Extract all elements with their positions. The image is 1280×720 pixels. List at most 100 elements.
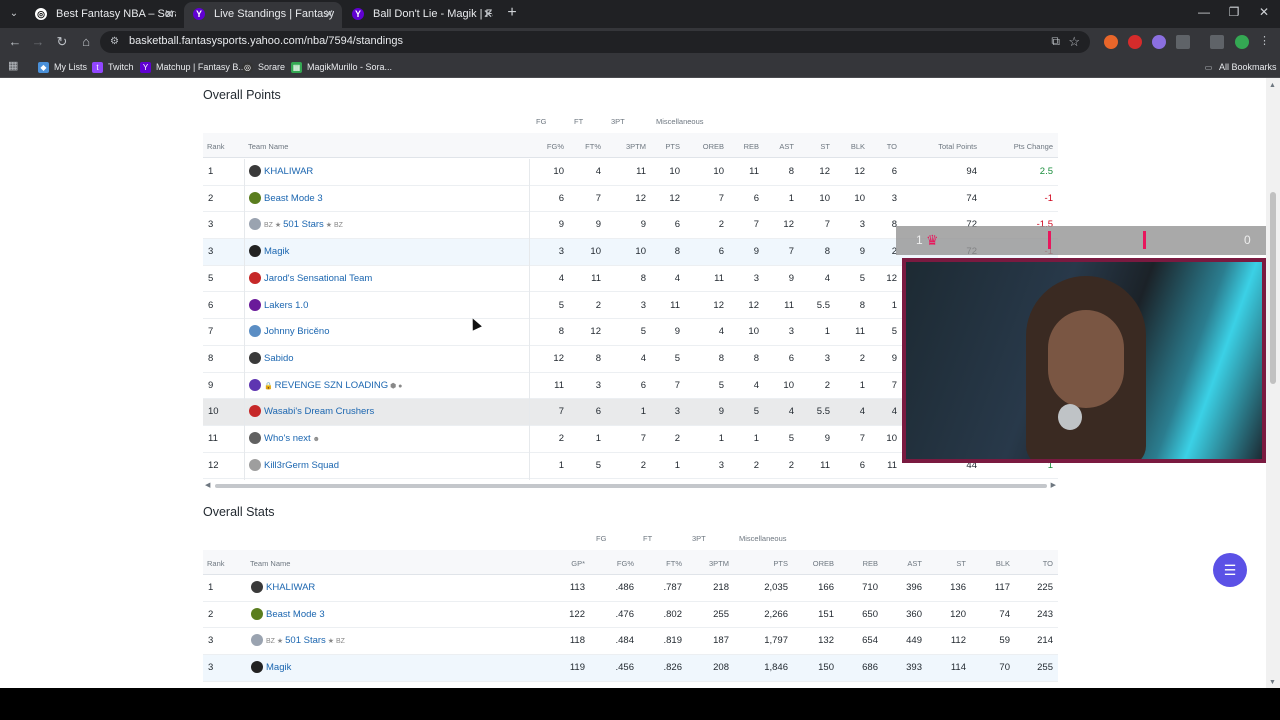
stat-cell: 2,266 bbox=[764, 608, 788, 620]
extension-icon[interactable] bbox=[1104, 35, 1118, 49]
back-icon[interactable]: ← bbox=[6, 33, 24, 51]
bookmarks-bar: ◆ My Lists t Twitch Y Matchup | Fantasy … bbox=[0, 56, 1280, 78]
tab-live-standings[interactable]: Y Live Standings | Fantasy Basketb ✕ bbox=[184, 2, 342, 28]
stat-cell: 6 bbox=[891, 166, 897, 177]
scroll-left-icon[interactable]: ◀ bbox=[205, 481, 210, 489]
bookmark-magikmurillo[interactable]: ▦ MagikMurillo - Sora... bbox=[291, 60, 392, 74]
tab-sorare[interactable]: ◎ Best Fantasy NBA – Sorare NBA ✕ bbox=[26, 2, 182, 28]
stat-cell: 118 bbox=[569, 635, 585, 647]
column-header[interactable]: Pts Change bbox=[993, 142, 1053, 151]
reload-icon[interactable]: ↻ bbox=[53, 33, 71, 51]
team-name-link[interactable]: Kill3rGerm Squad bbox=[264, 453, 484, 479]
stat-cell: 7 bbox=[595, 192, 601, 204]
stat-cell: 6 bbox=[788, 352, 794, 364]
team-name-link[interactable]: KHALIWAR bbox=[264, 159, 484, 185]
chat-help-button[interactable]: ☰ bbox=[1213, 553, 1247, 587]
home-icon[interactable]: ⌂ bbox=[77, 33, 95, 51]
stat-cell: 4 bbox=[595, 166, 601, 177]
column-header[interactable]: Rank bbox=[207, 142, 225, 151]
extensions-puzzle-icon[interactable] bbox=[1176, 35, 1190, 49]
stat-cell: 3 bbox=[558, 246, 564, 258]
stat-cell: 5 bbox=[674, 352, 680, 364]
team-name-link[interactable]: Magik bbox=[264, 239, 484, 265]
vertical-scrollbar-thumb[interactable] bbox=[1270, 192, 1276, 384]
bookmark-star-icon[interactable]: ☆ bbox=[1068, 34, 1080, 50]
minimize-icon[interactable]: — bbox=[1194, 5, 1214, 19]
column-divider bbox=[244, 159, 245, 480]
team-name-link[interactable]: Lakers 1.0 bbox=[264, 293, 484, 319]
bookmark-matchup[interactable]: Y Matchup | Fantasy B... bbox=[140, 60, 246, 74]
stat-cell: 4 bbox=[718, 326, 724, 338]
horizontal-scrollbar[interactable]: ◀ ▶ bbox=[203, 481, 1058, 489]
team-name: Sabido bbox=[264, 352, 294, 364]
column-header[interactable]: Total Points bbox=[917, 142, 977, 151]
close-tab-icon[interactable]: ✕ bbox=[324, 2, 334, 26]
stat-cell: 7 bbox=[753, 219, 759, 231]
close-tab-icon[interactable]: ✕ bbox=[483, 2, 493, 26]
stat-cell: 686 bbox=[862, 662, 878, 674]
column-header[interactable]: TO bbox=[993, 559, 1053, 568]
column-header[interactable]: TO bbox=[837, 142, 897, 151]
team-name-link[interactable]: Beast Mode 3 bbox=[266, 602, 486, 628]
stat-cell: 6 bbox=[674, 219, 680, 231]
install-icon[interactable]: ⧉ bbox=[1051, 34, 1060, 49]
sorare-icon: ◎ bbox=[242, 62, 253, 73]
team-name-link[interactable]: Jarod's Sensational Team bbox=[264, 266, 484, 292]
menu-kebab-icon[interactable]: ⋮ bbox=[1259, 34, 1273, 48]
stat-cell: 8 bbox=[595, 352, 601, 364]
bookmark-sorare[interactable]: ◎ Sorare bbox=[242, 60, 285, 74]
stat-cell: 5.5 bbox=[816, 299, 830, 311]
column-header[interactable]: Team Name bbox=[250, 559, 290, 568]
bookmark-my-lists[interactable]: ◆ My Lists bbox=[38, 60, 87, 74]
close-window-icon[interactable]: ✕ bbox=[1254, 5, 1274, 19]
extension-icon[interactable] bbox=[1128, 35, 1142, 49]
new-tab-icon[interactable]: + bbox=[504, 4, 520, 22]
close-tab-icon[interactable]: ✕ bbox=[164, 2, 174, 26]
team-name-link[interactable]: BZ ★ 501 Stars ★ BZ bbox=[264, 212, 484, 238]
restore-icon[interactable]: ❐ bbox=[1224, 5, 1244, 19]
url-field[interactable]: ⚙ basketball.fantasysports.yahoo.com/nba… bbox=[100, 31, 1090, 53]
scroll-right-icon[interactable]: ▶ bbox=[1051, 481, 1056, 489]
team-name-link[interactable]: Wasabi's Dream Crushers bbox=[264, 399, 484, 425]
tab-search-icon[interactable]: ⌄ bbox=[6, 6, 22, 22]
site-info-icon[interactable]: ⚙ bbox=[110, 36, 122, 48]
stat-cell: 225 bbox=[1037, 582, 1053, 593]
profile-avatar-icon[interactable] bbox=[1235, 35, 1249, 49]
stat-cell: 12 bbox=[748, 299, 759, 311]
team-name-link[interactable]: 🔒 REVENGE SZN LOADING ⬢ ● bbox=[264, 373, 484, 399]
team-name-link[interactable]: Who's next ☻ bbox=[264, 426, 484, 452]
team-name-link[interactable]: Beast Mode 3 bbox=[264, 186, 484, 212]
bookmark-twitch[interactable]: t Twitch bbox=[92, 60, 134, 74]
stat-cell: 10 bbox=[783, 379, 794, 391]
tab-ball-dont-lie[interactable]: Y Ball Don't Lie - Magik | Fantasy ✕ bbox=[343, 2, 501, 28]
scroll-up-icon[interactable]: ▲ bbox=[1269, 82, 1276, 89]
reading-list-icon[interactable] bbox=[1210, 35, 1224, 49]
stat-cell: 122 bbox=[569, 608, 585, 620]
team-name-link[interactable]: Johnny Bricěno bbox=[264, 319, 484, 345]
team-name-link[interactable]: BZ ★ 501 Stars ★ BZ bbox=[266, 628, 486, 654]
vertical-scrollbar[interactable]: ▲ ▼ bbox=[1266, 78, 1280, 688]
team-name-link[interactable]: Magik bbox=[266, 655, 486, 681]
overall-stats-title: Overall Stats bbox=[203, 505, 275, 519]
forward-icon[interactable]: → bbox=[29, 33, 47, 51]
stat-cell: 7 bbox=[718, 192, 724, 204]
stat-cell: 4 bbox=[824, 272, 830, 284]
overlay-right-score: 0 bbox=[1244, 233, 1251, 247]
stat-cell: .826 bbox=[663, 662, 683, 674]
team-logo-icon bbox=[249, 432, 261, 444]
apps-grid-icon[interactable]: ▦ bbox=[8, 60, 20, 72]
column-header[interactable]: Team Name bbox=[248, 142, 288, 151]
stat-cell: 59 bbox=[999, 635, 1010, 647]
overlay-left-score: 1 bbox=[916, 233, 923, 247]
stat-cell: 2 bbox=[718, 219, 724, 231]
extension-icon[interactable] bbox=[1152, 35, 1166, 49]
team-name-link[interactable]: KHALIWAR bbox=[266, 575, 486, 601]
column-header[interactable]: Rank bbox=[207, 559, 225, 568]
scroll-down-icon[interactable]: ▼ bbox=[1269, 679, 1276, 686]
stat-cell: 214 bbox=[1037, 635, 1053, 647]
team-name-link[interactable]: Sabido bbox=[264, 346, 484, 372]
all-bookmarks[interactable]: ▭ All Bookmarks bbox=[1203, 60, 1277, 74]
streamer-face bbox=[1048, 310, 1124, 408]
scrollbar-thumb[interactable] bbox=[215, 484, 1047, 488]
column-header[interactable]: 3PTM bbox=[669, 559, 729, 568]
